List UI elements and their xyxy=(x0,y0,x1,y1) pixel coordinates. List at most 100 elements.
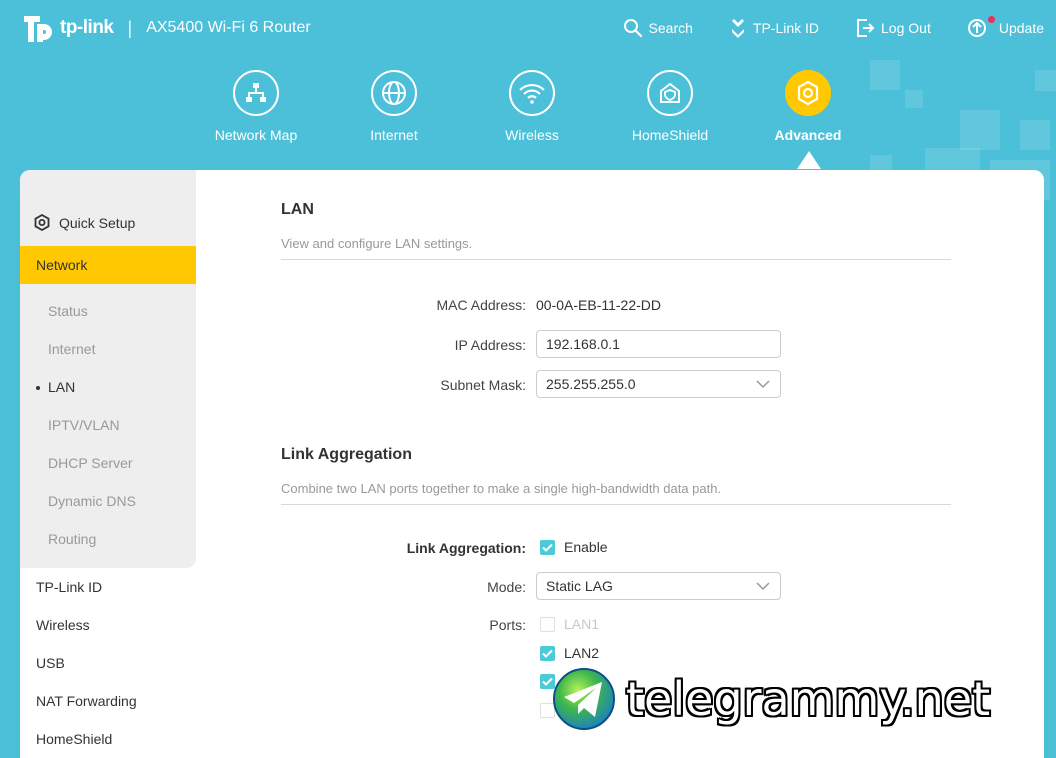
chevron-down-icon xyxy=(756,380,770,389)
logout-label: Log Out xyxy=(881,20,931,36)
sidebar-item-label: Wireless xyxy=(36,617,90,633)
sidebar-item-label: HomeShield xyxy=(36,731,113,747)
checkbox-unchecked-icon xyxy=(540,616,555,632)
lan-section-description: View and configure LAN settings. xyxy=(281,236,473,251)
lan-section-title: LAN xyxy=(281,201,314,218)
quick-setup-label: Quick Setup xyxy=(59,215,136,231)
tp-link-id-label: TP-Link ID xyxy=(752,20,820,36)
search-icon xyxy=(623,19,642,38)
model-name: AX5400 Wi-Fi 6 Router xyxy=(146,19,311,36)
wifi-icon xyxy=(509,70,555,116)
sidebar-item-homeshield[interactable]: HomeShield xyxy=(20,720,196,758)
chevron-down-icon xyxy=(756,582,770,591)
sidebar-item-nat-forwarding[interactable]: NAT Forwarding xyxy=(20,682,196,720)
nav-wireless[interactable]: Wireless xyxy=(463,70,601,143)
update-icon-wrap xyxy=(967,16,995,38)
nav-homeshield-label: HomeShield xyxy=(631,127,709,143)
sidebar-item-label: LAN xyxy=(48,379,76,395)
nav-internet[interactable]: Internet xyxy=(325,70,463,143)
watermark: telegrammy.net xyxy=(552,664,1042,734)
sidebar-item-usb[interactable]: USB xyxy=(20,644,196,682)
mode-label: Mode: xyxy=(487,579,526,595)
subnet-mask-label: Subnet Mask: xyxy=(440,377,526,393)
nav-wireless-label: Wireless xyxy=(505,127,559,143)
checkbox-checked-icon xyxy=(540,645,555,661)
gear-icon xyxy=(785,70,831,116)
ports-label: Ports: xyxy=(489,617,526,633)
checkbox-checked-icon xyxy=(540,539,555,555)
update-button[interactable]: Update xyxy=(967,16,1044,38)
nav-internet-label: Internet xyxy=(370,127,418,143)
update-icon xyxy=(967,19,986,37)
update-label: Update xyxy=(998,20,1044,36)
sidebar-item-iptv-vlan[interactable]: IPTV/VLAN xyxy=(20,406,196,444)
sidebar-item-dynamic-dns[interactable]: Dynamic DNS xyxy=(20,482,196,520)
sidebar-item-label: DHCP Server xyxy=(48,455,133,471)
sidebar-item-label: TP-Link ID xyxy=(36,579,103,595)
update-notification-dot xyxy=(987,16,995,23)
search-button[interactable]: Search xyxy=(623,18,693,38)
sidebar-item-label: USB xyxy=(36,655,65,671)
logout-icon xyxy=(857,19,875,37)
sidebar-item-label: NAT Forwarding xyxy=(36,693,137,709)
tp-link-logo[interactable]: tp-link | AX5400 Wi-Fi 6 Router xyxy=(20,10,311,46)
link-aggregation-section-title: Link Aggregation xyxy=(281,446,412,463)
main-nav: Network Map Internet Wireless HomeShield… xyxy=(187,70,877,143)
sidebar-item-label: Internet xyxy=(48,341,96,357)
port-lan1-label: LAN1 xyxy=(564,616,600,632)
active-nav-pointer xyxy=(797,151,821,169)
mac-address-label: MAC Address: xyxy=(436,297,526,313)
top-actions: Search TP-Link ID Log Out Update xyxy=(587,16,1044,38)
telegram-logo-icon xyxy=(553,668,615,730)
nav-homeshield[interactable]: HomeShield xyxy=(601,70,739,143)
ip-address-input[interactable] xyxy=(536,330,781,358)
port-lan2-label: LAN2 xyxy=(564,645,600,661)
link-aggregation-divider xyxy=(281,504,951,505)
subnet-mask-value: 255.255.255.0 xyxy=(546,376,636,392)
sidebar-item-label: Dynamic DNS xyxy=(48,493,136,509)
sidebar-item-internet[interactable]: Internet xyxy=(20,330,196,368)
lan-divider xyxy=(281,259,951,260)
sidebar-item-dhcp-server[interactable]: DHCP Server xyxy=(20,444,196,482)
nav-advanced-label: Advanced xyxy=(774,127,842,143)
sidebar-item-status[interactable]: Status xyxy=(20,292,196,330)
user-id-icon xyxy=(731,19,744,38)
mac-address-value: 00-0A-EB-11-22-DD xyxy=(536,297,662,313)
home-shield-icon xyxy=(647,70,693,116)
globe-icon xyxy=(371,70,417,116)
sidebar-item-routing[interactable]: Routing xyxy=(20,520,196,558)
subnet-mask-select[interactable]: 255.255.255.0 xyxy=(536,370,781,398)
search-label: Search xyxy=(648,20,693,36)
port-lan2-checkbox[interactable]: LAN2 xyxy=(540,645,599,661)
link-aggregation-description: Combine two LAN ports together to make a… xyxy=(281,481,722,496)
sidebar-item-label: Routing xyxy=(48,531,97,547)
tp-link-logo-icon xyxy=(24,16,52,42)
watermark-text: telegrammy.net xyxy=(626,672,991,726)
nav-network-map-label: Network Map xyxy=(214,127,298,143)
sidebar-item-quick-setup[interactable]: Quick Setup xyxy=(20,200,196,246)
port-lan1-checkbox[interactable]: LAN1 xyxy=(540,616,599,632)
logo-separator: | xyxy=(127,17,133,38)
logout-button[interactable]: Log Out xyxy=(855,18,931,38)
sidebar-item-label: Status xyxy=(48,303,88,319)
mode-select[interactable]: Static LAG xyxy=(536,572,781,600)
link-aggregation-enable-checkbox[interactable]: Enable xyxy=(540,539,608,555)
quick-setup-gear-icon xyxy=(34,214,50,232)
sidebar-item-wireless[interactable]: Wireless xyxy=(20,606,196,644)
link-aggregation-label: Link Aggregation: xyxy=(406,540,526,556)
sidebar-item-network[interactable]: Network xyxy=(20,246,196,284)
nav-advanced[interactable]: Advanced xyxy=(739,70,877,143)
mode-value: Static LAG xyxy=(546,578,613,594)
network-map-icon xyxy=(233,70,279,116)
nav-network-map[interactable]: Network Map xyxy=(187,70,325,143)
sidebar-item-tp-link-id[interactable]: TP-Link ID xyxy=(20,568,196,606)
sidebar-item-lan[interactable]: LAN xyxy=(20,368,196,406)
sidebar-item-label: IPTV/VLAN xyxy=(48,417,120,433)
sidebar-advanced-group: Quick Setup Network Status Internet LAN … xyxy=(20,170,196,568)
enable-label: Enable xyxy=(564,539,608,555)
tp-link-id-button[interactable]: TP-Link ID xyxy=(729,18,819,38)
ip-address-label: IP Address: xyxy=(454,337,526,353)
sidebar: Quick Setup Network Status Internet LAN … xyxy=(20,170,196,758)
network-label: Network xyxy=(36,257,88,273)
